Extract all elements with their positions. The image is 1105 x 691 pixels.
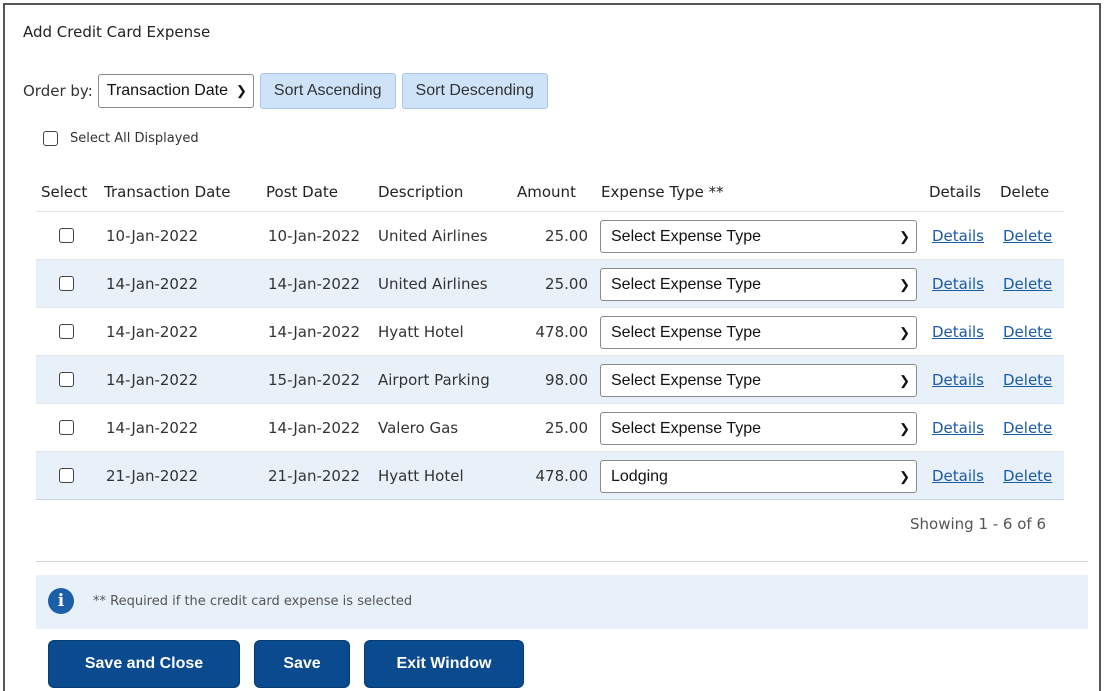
save-button[interactable]: Save: [254, 640, 350, 688]
expense-type-select[interactable]: Select Expense Type ❯: [600, 316, 917, 349]
expense-type-value: Select Expense Type: [611, 371, 762, 389]
header-description: Description: [378, 183, 464, 201]
chevron-down-icon: ❯: [899, 228, 910, 244]
amount: 25.00: [545, 419, 588, 437]
expense-type-value: Select Expense Type: [611, 275, 762, 293]
header-amount: Amount: [517, 183, 576, 201]
order-by-row: Order by: Transaction Date ❯ Sort Ascend…: [23, 72, 548, 110]
post-date: 14-Jan-2022: [268, 419, 361, 437]
expense-type-value: Select Expense Type: [611, 419, 762, 437]
post-date: 10-Jan-2022: [268, 227, 361, 245]
header-details: Details: [929, 183, 982, 201]
transaction-date: 14-Jan-2022: [106, 323, 199, 341]
row-select-checkbox[interactable]: [59, 420, 74, 435]
transaction-date: 14-Jan-2022: [106, 419, 199, 437]
expense-type-select[interactable]: Lodging ❯: [600, 460, 917, 493]
expense-type-value: Lodging: [611, 467, 668, 485]
amount: 98.00: [545, 371, 588, 389]
description: United Airlines: [378, 227, 488, 245]
table-row: 14-Jan-2022 14-Jan-2022 Valero Gas 25.00…: [36, 403, 1064, 451]
order-by-value: Transaction Date: [106, 82, 229, 99]
header-expense-type: Expense Type **: [601, 183, 724, 201]
chevron-down-icon: ❯: [899, 420, 910, 436]
order-by-select[interactable]: Transaction Date ❯: [97, 74, 254, 108]
row-select-checkbox[interactable]: [59, 228, 74, 243]
delete-link[interactable]: Delete: [1003, 227, 1052, 245]
post-date: 14-Jan-2022: [268, 323, 361, 341]
table-row: 10-Jan-2022 10-Jan-2022 United Airlines …: [36, 211, 1064, 259]
amount: 25.00: [545, 227, 588, 245]
delete-link[interactable]: Delete: [1003, 419, 1052, 437]
table-row: 14-Jan-2022 14-Jan-2022 United Airlines …: [36, 259, 1064, 307]
select-all-row: Select All Displayed: [43, 131, 199, 146]
description: Airport Parking: [378, 371, 490, 389]
header-select: Select: [41, 183, 88, 201]
details-link[interactable]: Details: [932, 371, 984, 389]
row-select-checkbox[interactable]: [59, 372, 74, 387]
header-delete: Delete: [1000, 183, 1050, 201]
window-title: Add Credit Card Expense: [23, 23, 211, 41]
post-date: 15-Jan-2022: [268, 371, 361, 389]
post-date: 21-Jan-2022: [268, 467, 361, 485]
exit-window-button[interactable]: Exit Window: [364, 640, 524, 688]
details-link[interactable]: Details: [932, 275, 984, 293]
expense-type-select[interactable]: Select Expense Type ❯: [600, 220, 917, 253]
add-credit-card-expense-window: Add Credit Card Expense Order by: Transa…: [3, 3, 1101, 691]
select-all-checkbox[interactable]: [43, 131, 58, 146]
delete-link[interactable]: Delete: [1003, 275, 1052, 293]
expense-type-select[interactable]: Select Expense Type ❯: [600, 268, 917, 301]
chevron-down-icon: ❯: [899, 372, 910, 388]
expense-type-value: Select Expense Type: [611, 323, 762, 341]
chevron-down-icon: ❯: [236, 83, 247, 98]
transaction-date: 14-Jan-2022: [106, 275, 199, 293]
transaction-date: 10-Jan-2022: [106, 227, 199, 245]
sort-ascending-button[interactable]: Sort Ascending: [259, 73, 396, 109]
info-icon: i: [48, 588, 74, 614]
expense-type-value: Select Expense Type: [611, 227, 762, 245]
save-and-close-button[interactable]: Save and Close: [48, 640, 240, 688]
post-date: 14-Jan-2022: [268, 275, 361, 293]
delete-link[interactable]: Delete: [1003, 467, 1052, 485]
details-link[interactable]: Details: [932, 419, 984, 437]
table-header: Select Transaction Date Post Date Descri…: [5, 175, 1103, 211]
table-row: 14-Jan-2022 15-Jan-2022 Airport Parking …: [36, 355, 1064, 403]
pagination-status: Showing 1 - 6 of 6: [910, 515, 1047, 533]
details-link[interactable]: Details: [932, 227, 984, 245]
row-select-checkbox[interactable]: [59, 324, 74, 339]
table-row: 21-Jan-2022 21-Jan-2022 Hyatt Hotel 478.…: [36, 451, 1064, 500]
delete-link[interactable]: Delete: [1003, 323, 1052, 341]
transaction-date: 14-Jan-2022: [106, 371, 199, 389]
chevron-down-icon: ❯: [899, 468, 910, 484]
transaction-date: 21-Jan-2022: [106, 467, 199, 485]
sort-descending-button[interactable]: Sort Descending: [401, 73, 548, 109]
table-row: 14-Jan-2022 14-Jan-2022 Hyatt Hotel 478.…: [36, 307, 1064, 355]
expense-type-select[interactable]: Select Expense Type ❯: [600, 412, 917, 445]
header-post-date: Post Date: [266, 183, 339, 201]
amount: 478.00: [535, 467, 589, 485]
required-note-text: ** Required if the credit card expense i…: [93, 594, 413, 609]
select-all-label: Select All Displayed: [70, 131, 199, 146]
description: Hyatt Hotel: [378, 323, 464, 341]
delete-link[interactable]: Delete: [1003, 371, 1052, 389]
header-transaction-date: Transaction Date: [104, 183, 231, 201]
chevron-down-icon: ❯: [899, 324, 910, 340]
details-link[interactable]: Details: [932, 467, 984, 485]
row-select-checkbox[interactable]: [59, 468, 74, 483]
order-by-label: Order by:: [23, 82, 93, 100]
description: Hyatt Hotel: [378, 467, 464, 485]
required-note: i ** Required if the credit card expense…: [36, 575, 1088, 629]
amount: 478.00: [535, 323, 589, 341]
description: Valero Gas: [378, 419, 459, 437]
divider: [36, 561, 1088, 562]
description: United Airlines: [378, 275, 488, 293]
expense-type-select[interactable]: Select Expense Type ❯: [600, 364, 917, 397]
row-select-checkbox[interactable]: [59, 276, 74, 291]
details-link[interactable]: Details: [932, 323, 984, 341]
amount: 25.00: [545, 275, 588, 293]
chevron-down-icon: ❯: [899, 276, 910, 292]
expense-table: 10-Jan-2022 10-Jan-2022 United Airlines …: [36, 211, 1064, 500]
